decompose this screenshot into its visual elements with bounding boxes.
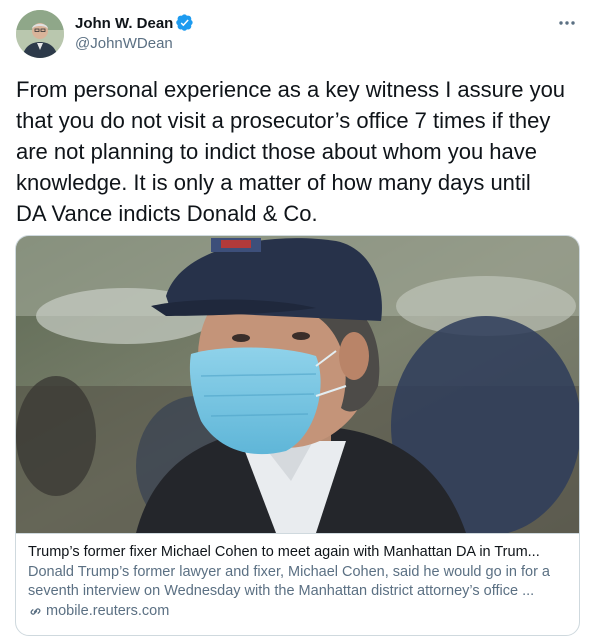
link-card-description: Donald Trump’s former lawyer and fixer, … (28, 564, 550, 599)
link-card-image (16, 236, 579, 536)
link-card-domain-text: mobile.reuters.com (46, 603, 170, 619)
verified-badge-icon (176, 14, 194, 32)
author-display-name[interactable]: John W. Dean (75, 15, 173, 32)
link-icon (28, 604, 43, 619)
author-avatar[interactable] (16, 10, 64, 58)
link-card[interactable]: Trump’s former fixer Michael Cohen to me… (15, 235, 580, 636)
author-info: John W. Dean @JohnWDean (75, 13, 194, 52)
link-card-domain: mobile.reuters.com (28, 602, 567, 621)
tweet-text: From personal experience as a key witnes… (16, 77, 566, 226)
tweet: John W. Dean @JohnWDean From personal ex… (0, 0, 597, 644)
link-card-body: Trump’s former fixer Michael Cohen to me… (16, 533, 579, 635)
author-handle[interactable]: @JohnWDean (75, 35, 194, 52)
more-options-icon[interactable] (555, 14, 579, 32)
link-card-title: Trump’s former fixer Michael Cohen to me… (28, 544, 540, 560)
